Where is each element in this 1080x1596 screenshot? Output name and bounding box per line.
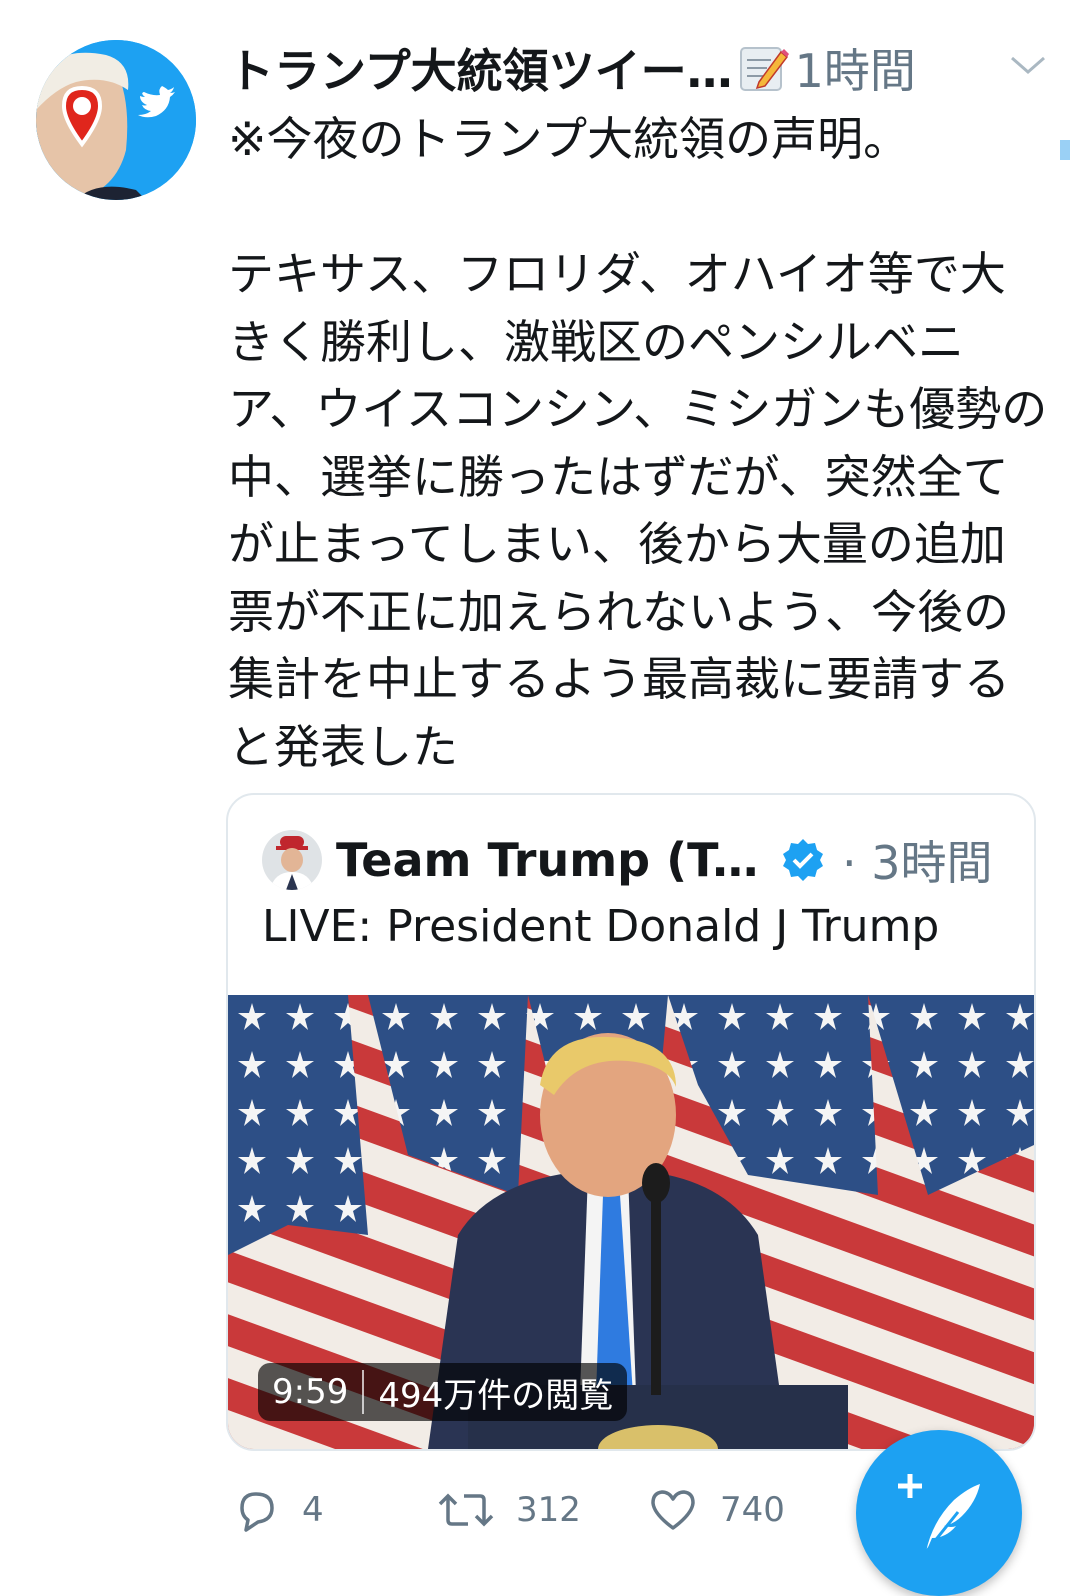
tweet-text: ※今夜のトランプ大統領の声明。 テキサス、フロリダ、オハイオ等で大きく勝利し、激… [228, 112, 1048, 774]
compose-tweet-button[interactable] [856, 1430, 1022, 1596]
scroll-indicator [1060, 140, 1070, 160]
verified-icon [783, 839, 823, 881]
tweet[interactable]: トランプ大統領ツイー… 1時間 ※今夜のトランプ大統領の声明。 テキサス、フロリ… [0, 0, 1080, 1596]
reply-count: 4 [302, 1490, 324, 1530]
tweet-header: トランプ大統領ツイー… 1時間 [228, 36, 1048, 100]
video-info-badge: 9:59 494万件の閲覧 [258, 1363, 628, 1421]
like-icon [651, 1490, 695, 1530]
chevron-down-icon[interactable] [1008, 50, 1048, 80]
reply-icon [240, 1492, 274, 1532]
reply-button[interactable]: 4 [232, 1480, 324, 1540]
video-thumbnail[interactable]: 9:59 494万件の閲覧 [228, 995, 1034, 1449]
quoted-tweet-text: LIVE: President Donald J Trump [262, 901, 940, 952]
action-bar: 4 312 740 [228, 1480, 828, 1540]
video-views: 494万件の閲覧 [378, 1375, 614, 1416]
display-name[interactable]: トランプ大統領ツイー… [228, 35, 733, 101]
quoted-tweet[interactable]: Team Trump (Te… · 3時間 LIVE: President Do… [226, 793, 1036, 1451]
quoted-tweet-header: Team Trump (Te… · 3時間 [262, 827, 1002, 893]
retweet-icon [438, 1493, 494, 1527]
compose-tweet-icon [898, 1474, 980, 1553]
quoted-avatar [262, 830, 322, 890]
quoted-timestamp[interactable]: · 3時間 [842, 827, 993, 893]
retweet-button[interactable]: 312 [438, 1480, 581, 1540]
like-count: 740 [720, 1490, 785, 1530]
avatar[interactable] [36, 40, 196, 200]
retweet-count: 312 [516, 1490, 581, 1530]
quoted-display-name[interactable]: Team Trump (Te… [336, 833, 766, 887]
video-duration: 9:59 [272, 1372, 349, 1412]
timestamp[interactable]: 1時間 [795, 35, 916, 101]
like-button[interactable]: 740 [648, 1480, 785, 1540]
badge-divider [362, 1370, 365, 1414]
memo-icon [737, 42, 789, 94]
